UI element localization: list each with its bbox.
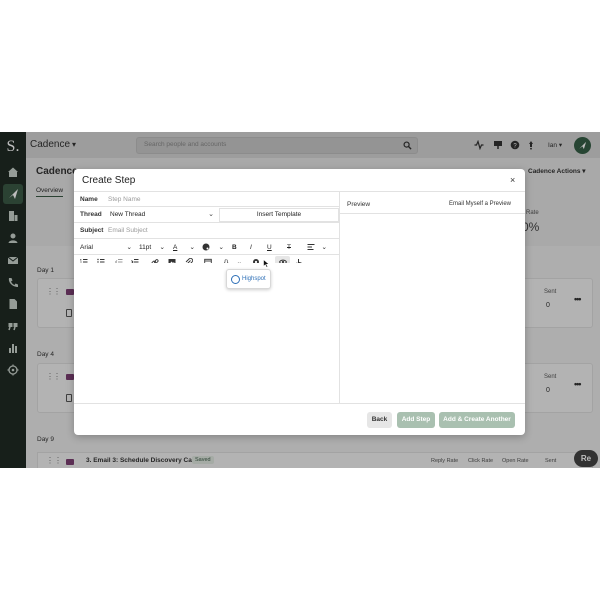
clear-format-button[interactable]: T xyxy=(287,241,291,253)
font-size-select[interactable]: 11pt ⌄ xyxy=(139,241,165,253)
subject-input[interactable]: Email Subject xyxy=(108,227,148,234)
thread-value: New Thread xyxy=(110,211,146,218)
email-myself-preview-link[interactable]: Email Myself a Preview xyxy=(449,201,511,207)
thread-label: Thread xyxy=(80,211,102,218)
chevron-down-icon: ⌄ xyxy=(321,244,327,251)
back-button[interactable]: Back xyxy=(367,412,392,428)
divider xyxy=(339,213,525,214)
font-size-value: 11pt xyxy=(139,243,152,251)
font-family-value: Arial xyxy=(80,243,94,251)
text-color-button[interactable]: A ⌄ xyxy=(173,241,195,253)
highspot-logo-icon xyxy=(231,275,240,284)
chevron-down-icon: ⌄ xyxy=(159,244,165,251)
chevron-down-icon: ⌄ xyxy=(208,211,214,218)
email-body-editor[interactable] xyxy=(74,263,339,403)
mouse-cursor-icon xyxy=(263,259,270,268)
divider xyxy=(74,238,339,239)
step-name-input[interactable]: Step Name xyxy=(108,196,141,203)
text-color-label: A xyxy=(173,243,178,251)
chevron-down-icon: ⌄ xyxy=(126,244,132,251)
palette-icon xyxy=(202,243,210,251)
close-icon[interactable]: × xyxy=(510,175,515,185)
integrations-dropdown: Highspot xyxy=(226,269,271,289)
divider xyxy=(339,192,340,403)
chevron-down-icon: ⌄ xyxy=(218,244,224,251)
subject-label: Subject xyxy=(80,227,104,234)
font-family-select[interactable]: Arial ⌄ xyxy=(80,241,132,253)
underline-button[interactable]: U xyxy=(267,241,272,253)
insert-template-button[interactable]: Insert Template xyxy=(219,208,339,222)
modal-title: Create Step xyxy=(82,175,136,186)
bold-button[interactable]: B xyxy=(232,241,237,253)
align-select[interactable]: ⌄ xyxy=(307,241,327,253)
add-and-create-another-button[interactable]: Add & Create Another xyxy=(439,412,515,428)
italic-button[interactable]: I xyxy=(250,241,252,253)
highspot-option[interactable]: Highspot xyxy=(242,276,266,282)
chevron-down-icon: ⌄ xyxy=(189,244,195,251)
preview-title: Preview xyxy=(347,201,371,208)
divider xyxy=(74,206,339,207)
name-label: Name xyxy=(80,196,98,203)
thread-select[interactable]: New Thread ⌄ xyxy=(106,208,218,222)
create-step-modal: Create Step × Name Step Name Thread New … xyxy=(74,169,525,435)
divider xyxy=(74,403,525,404)
highlight-color-button[interactable]: ⌄ xyxy=(202,241,224,253)
align-left-icon xyxy=(307,244,315,250)
divider xyxy=(74,254,339,255)
app-root: S. Cadence ▾ Search people and accounts … xyxy=(0,132,600,468)
divider xyxy=(74,191,525,192)
divider xyxy=(74,222,339,223)
add-step-button[interactable]: Add Step xyxy=(397,412,435,428)
